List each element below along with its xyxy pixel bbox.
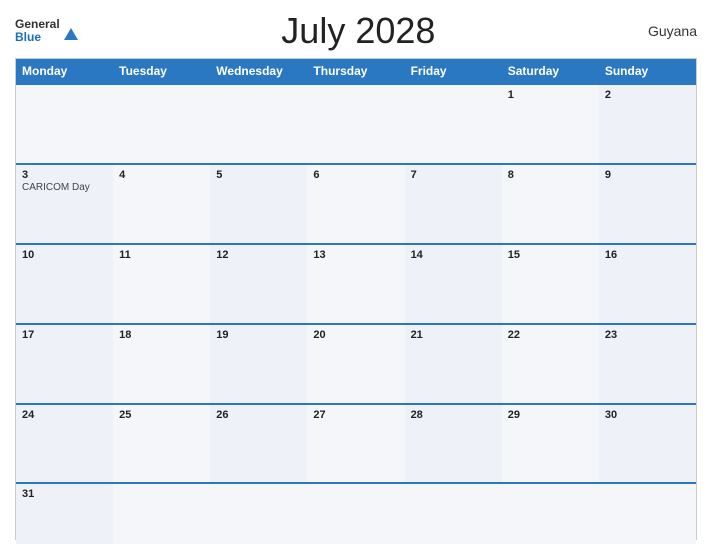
calendar-week-3: 10 11 12 13 14 15 16 <box>16 243 696 323</box>
header-thursday: Thursday <box>307 59 404 83</box>
day-number: 25 <box>119 409 204 421</box>
calendar-cell: 1 <box>502 85 599 163</box>
calendar-cell: 18 <box>113 325 210 403</box>
day-number: 17 <box>22 329 107 341</box>
calendar-cell: 4 <box>113 165 210 243</box>
calendar-cell <box>113 484 210 544</box>
calendar-cell: 2 <box>599 85 696 163</box>
calendar-cell: 28 <box>405 405 502 483</box>
day-number: 22 <box>508 329 593 341</box>
day-number: 30 <box>605 409 690 421</box>
calendar-cell: 11 <box>113 245 210 323</box>
calendar-cell <box>502 484 599 544</box>
calendar-cell <box>405 484 502 544</box>
calendar-cell: 30 <box>599 405 696 483</box>
day-number: 4 <box>119 169 204 181</box>
calendar-cell: 29 <box>502 405 599 483</box>
day-number: 31 <box>22 488 107 500</box>
calendar-cell: 26 <box>210 405 307 483</box>
calendar-cell: 19 <box>210 325 307 403</box>
calendar-cell: 14 <box>405 245 502 323</box>
day-number: 8 <box>508 169 593 181</box>
header-saturday: Saturday <box>502 59 599 83</box>
calendar-cell <box>210 85 307 163</box>
day-number: 23 <box>605 329 690 341</box>
logo-blue-text: Blue <box>15 31 41 44</box>
calendar-week-1: 12 <box>16 83 696 163</box>
calendar-cell <box>599 484 696 544</box>
day-number: 27 <box>313 409 398 421</box>
calendar-cell: 25 <box>113 405 210 483</box>
header-friday: Friday <box>405 59 502 83</box>
day-number: 29 <box>508 409 593 421</box>
calendar-header: Monday Tuesday Wednesday Thursday Friday… <box>16 59 696 83</box>
country-label: Guyana <box>637 23 697 39</box>
calendar-grid: Monday Tuesday Wednesday Thursday Friday… <box>15 58 697 540</box>
day-number: 16 <box>605 249 690 261</box>
page-header: General Blue July 2028 Guyana <box>15 10 697 52</box>
calendar-cell <box>210 484 307 544</box>
calendar-cell: 27 <box>307 405 404 483</box>
calendar-cell: 5 <box>210 165 307 243</box>
day-number: 20 <box>313 329 398 341</box>
day-number: 10 <box>22 249 107 261</box>
calendar-cell <box>405 85 502 163</box>
day-number: 26 <box>216 409 301 421</box>
day-number: 13 <box>313 249 398 261</box>
calendar-cell: 13 <box>307 245 404 323</box>
calendar-week-4: 17 18 19 20 21 22 23 <box>16 323 696 403</box>
day-number: 1 <box>508 89 593 101</box>
day-number: 5 <box>216 169 301 181</box>
calendar-title: July 2028 <box>80 10 637 52</box>
day-number: 21 <box>411 329 496 341</box>
calendar-cell: 20 <box>307 325 404 403</box>
calendar-cell <box>113 85 210 163</box>
day-number: 18 <box>119 329 204 341</box>
calendar-cell <box>307 85 404 163</box>
day-number: 3 <box>22 169 107 181</box>
day-number: 15 <box>508 249 593 261</box>
day-number: 9 <box>605 169 690 181</box>
day-number: 28 <box>411 409 496 421</box>
calendar-event: CARICOM Day <box>22 182 90 193</box>
calendar-week-2: 3CARICOM Day 456 789 <box>16 163 696 243</box>
logo: General Blue <box>15 18 80 44</box>
calendar-cell: 6 <box>307 165 404 243</box>
day-number: 24 <box>22 409 107 421</box>
calendar-cell: 12 <box>210 245 307 323</box>
calendar-cell: 8 <box>502 165 599 243</box>
header-sunday: Sunday <box>599 59 696 83</box>
calendar-cell <box>16 85 113 163</box>
day-number: 11 <box>119 249 204 261</box>
calendar-cell: 24 <box>16 405 113 483</box>
calendar-page: General Blue July 2028 Guyana Monday Tue… <box>0 0 712 550</box>
header-wednesday: Wednesday <box>210 59 307 83</box>
day-number: 14 <box>411 249 496 261</box>
day-number: 12 <box>216 249 301 261</box>
calendar-cell: 10 <box>16 245 113 323</box>
calendar-cell: 16 <box>599 245 696 323</box>
header-tuesday: Tuesday <box>113 59 210 83</box>
calendar-cell: 23 <box>599 325 696 403</box>
calendar-cell: 7 <box>405 165 502 243</box>
day-number: 2 <box>605 89 690 101</box>
calendar-cell: 3CARICOM Day <box>16 165 113 243</box>
calendar-cell: 21 <box>405 325 502 403</box>
calendar-week-6: 31 <box>16 482 696 539</box>
header-monday: Monday <box>16 59 113 83</box>
calendar-cell: 31 <box>16 484 113 544</box>
calendar-cell: 15 <box>502 245 599 323</box>
calendar-cell: 22 <box>502 325 599 403</box>
day-number: 19 <box>216 329 301 341</box>
day-number: 7 <box>411 169 496 181</box>
calendar-week-5: 24 25 26 27 28 29 30 <box>16 403 696 483</box>
calendar-cell <box>307 484 404 544</box>
calendar-cell: 17 <box>16 325 113 403</box>
logo-icon <box>62 26 80 44</box>
day-number: 6 <box>313 169 398 181</box>
calendar-cell: 9 <box>599 165 696 243</box>
calendar-body: 123CARICOM Day45678910111213141516171819… <box>16 83 696 539</box>
